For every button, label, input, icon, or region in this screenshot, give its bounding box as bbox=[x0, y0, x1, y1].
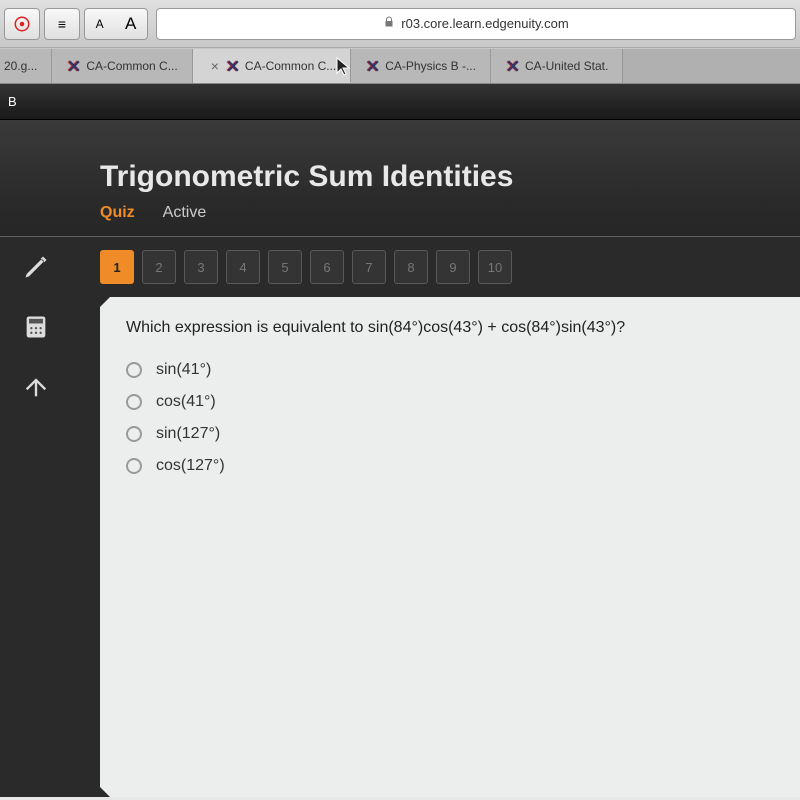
option-label: sin(41°) bbox=[156, 361, 211, 379]
pencil-tool[interactable] bbox=[12, 243, 60, 291]
page-header: B bbox=[0, 84, 800, 120]
reader-button[interactable]: ≡ bbox=[44, 8, 80, 40]
quiz-label: Quiz bbox=[100, 204, 135, 222]
tab-item[interactable]: CA-United Stat. bbox=[491, 49, 623, 83]
radio-icon[interactable] bbox=[126, 426, 142, 442]
x-icon bbox=[66, 59, 80, 73]
option-row[interactable]: cos(127°) bbox=[126, 457, 774, 475]
question-number[interactable]: 2 bbox=[142, 250, 176, 284]
option-row[interactable]: cos(41°) bbox=[126, 393, 774, 411]
question-numbers: 1 2 3 4 5 6 7 8 9 10 bbox=[72, 237, 512, 297]
option-label: cos(127°) bbox=[156, 457, 225, 475]
tab-item[interactable]: CA-Physics B -... bbox=[351, 49, 491, 83]
question-number[interactable]: 3 bbox=[184, 250, 218, 284]
question-text: Which expression is equivalent to sin(84… bbox=[126, 319, 774, 337]
browser-toolbar: ≡ A A r03.core.learn.edgenuity.com bbox=[0, 0, 800, 48]
question-number[interactable]: 6 bbox=[310, 250, 344, 284]
calculator-tool[interactable] bbox=[12, 303, 60, 351]
x-icon bbox=[365, 59, 379, 73]
question-number[interactable]: 9 bbox=[436, 250, 470, 284]
question-number[interactable]: 4 bbox=[226, 250, 260, 284]
option-label: cos(41°) bbox=[156, 393, 216, 411]
radio-icon[interactable] bbox=[126, 394, 142, 410]
lesson-subtitle: Quiz Active bbox=[100, 204, 800, 236]
option-label: sin(127°) bbox=[156, 425, 220, 443]
radio-icon[interactable] bbox=[126, 362, 142, 378]
header-letter: B bbox=[8, 94, 17, 109]
question-number[interactable]: 7 bbox=[352, 250, 386, 284]
reader-icon: ≡ bbox=[58, 16, 66, 32]
status-label: Active bbox=[163, 204, 207, 222]
lesson-header: Trigonometric Sum Identities Quiz Active bbox=[0, 120, 800, 236]
tabs-bar: 20.g... CA-Common C... × CA-Common C... … bbox=[0, 48, 800, 84]
lesson-title: Trigonometric Sum Identities bbox=[100, 160, 800, 194]
tab-item[interactable]: CA-Common C... bbox=[52, 49, 192, 83]
collapse-tool[interactable] bbox=[12, 363, 60, 411]
blocker-button[interactable] bbox=[4, 8, 40, 40]
url-text: r03.core.learn.edgenuity.com bbox=[401, 16, 568, 31]
question-number[interactable]: 5 bbox=[268, 250, 302, 284]
option-row[interactable]: sin(127°) bbox=[126, 425, 774, 443]
tab-item[interactable]: 20.g... bbox=[0, 49, 52, 83]
question-number[interactable]: 8 bbox=[394, 250, 428, 284]
tool-column-lower bbox=[0, 297, 72, 797]
main-content: Which expression is equivalent to sin(84… bbox=[0, 297, 800, 797]
x-icon bbox=[505, 59, 519, 73]
radio-icon[interactable] bbox=[126, 458, 142, 474]
x-icon bbox=[225, 59, 239, 73]
option-row[interactable]: sin(41°) bbox=[126, 361, 774, 379]
question-number-active[interactable]: 1 bbox=[100, 250, 134, 284]
tool-column bbox=[0, 237, 72, 297]
question-number[interactable]: 10 bbox=[478, 250, 512, 284]
url-bar[interactable]: r03.core.learn.edgenuity.com bbox=[156, 8, 796, 40]
question-panel: Which expression is equivalent to sin(84… bbox=[100, 297, 800, 797]
text-size-button[interactable]: A A bbox=[84, 8, 148, 40]
close-icon[interactable]: × bbox=[211, 58, 219, 74]
question-nav-row: 1 2 3 4 5 6 7 8 9 10 bbox=[0, 236, 800, 297]
lock-icon bbox=[383, 16, 395, 31]
tab-item-active[interactable]: × CA-Common C... bbox=[193, 49, 352, 83]
